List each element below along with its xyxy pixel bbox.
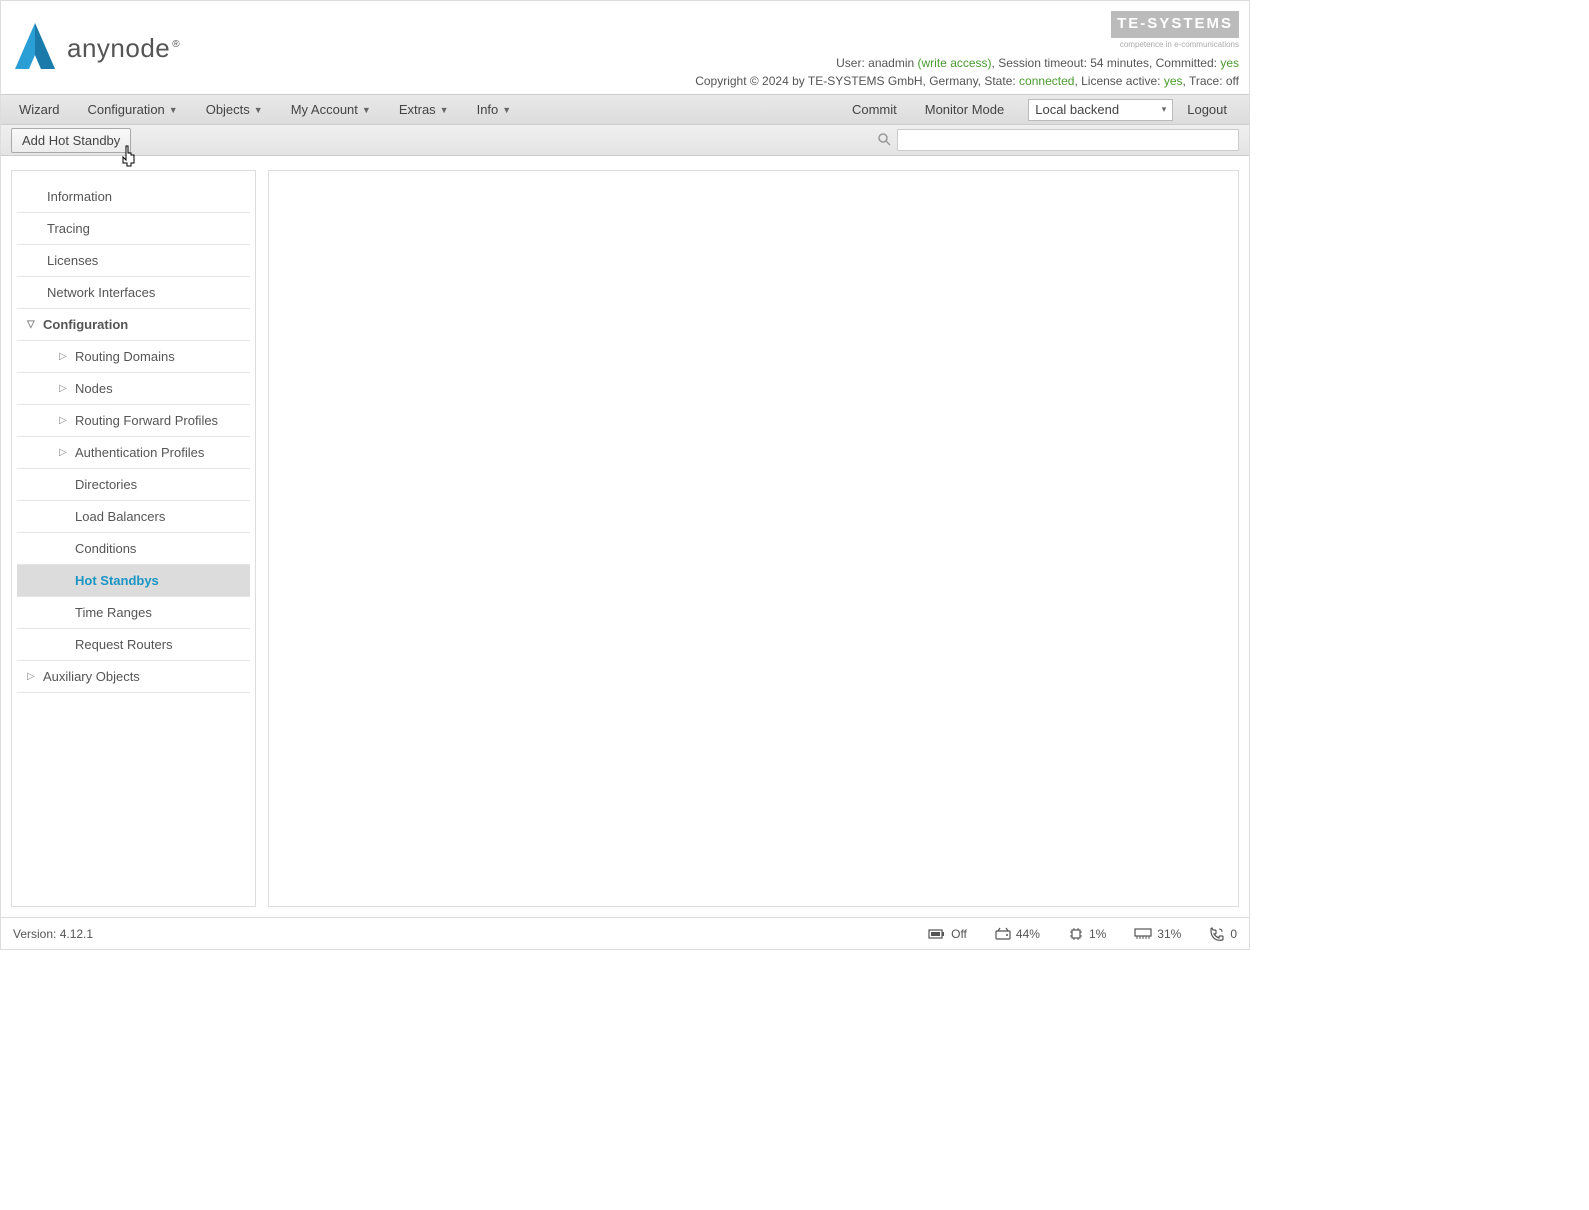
header: anynode® TE-SYSTEMS competence in e-comm… [1,1,1249,94]
expand-right-icon: ▷ [59,447,69,458]
chevron-down-icon: ▼ [169,105,178,115]
sidebar-item-load-balancers[interactable]: Load Balancers [17,501,250,533]
te-systems-logo: TE-SYSTEMS competence in e-communication… [1111,11,1239,51]
chevron-down-icon: ▼ [362,105,371,115]
sidebar-item-routing-forward-profiles[interactable]: ▷ Routing Forward Profiles [17,405,250,437]
header-info: TE-SYSTEMS competence in e-communication… [695,11,1239,90]
chevron-down-icon: ▼ [440,105,449,115]
toolbar: Add Hot Standby [1,125,1249,156]
nav-wizard[interactable]: Wizard [5,95,73,124]
sidebar-item-nodes[interactable]: ▷ Nodes [17,373,250,405]
status-calls: 0 [1209,926,1237,942]
session-status-line: User: anadmin (write access), Session ti… [695,54,1239,72]
nav-logout[interactable]: Logout [1173,95,1241,124]
sidebar-item-tracing[interactable]: Tracing [17,213,250,245]
sidebar-item-information[interactable]: Information [17,181,250,213]
status-disk: 44% [995,927,1040,941]
sidebar-item-directories[interactable]: Directories [17,469,250,501]
nav-configuration[interactable]: Configuration▼ [73,95,191,124]
add-hot-standby-button[interactable]: Add Hot Standby [11,128,131,153]
sidebar-item-routing-domains[interactable]: ▷ Routing Domains [17,341,250,373]
nav-my-account[interactable]: My Account▼ [277,95,385,124]
sidebar-item-licenses[interactable]: Licenses [17,245,250,277]
logo-text: anynode® [67,33,180,64]
chevron-down-icon: ▾ [1162,104,1167,115]
copyright-line: Copyright © 2024 by TE-SYSTEMS GmbH, Ger… [695,72,1239,90]
status-memory: 31% [1134,927,1181,941]
logo[interactable]: anynode® [11,11,180,76]
expand-right-icon: ▷ [59,383,69,394]
backend-select[interactable]: Local backend ▾ [1028,99,1173,121]
status-power: Off [928,927,967,941]
nav-extras[interactable]: Extras▼ [385,95,463,124]
expand-right-icon: ▷ [59,351,69,362]
sidebar-item-authentication-profiles[interactable]: ▷ Authentication Profiles [17,437,250,469]
nav-monitor-mode[interactable]: Monitor Mode [911,95,1018,124]
search-input[interactable] [897,129,1239,151]
phone-icon [1209,926,1225,942]
sidebar-item-request-routers[interactable]: Request Routers [17,629,250,661]
version-label: Version: 4.12.1 [13,927,93,941]
sidebar: Information Tracing Licenses Network Int… [11,170,256,907]
expand-right-icon: ▷ [27,671,37,682]
sidebar-item-network-interfaces[interactable]: Network Interfaces [17,277,250,309]
nav-objects[interactable]: Objects▼ [192,95,277,124]
memory-icon [1134,928,1152,940]
battery-icon [928,928,946,940]
cpu-icon [1068,926,1084,942]
main-content-panel [268,170,1239,907]
nav-info[interactable]: Info▼ [463,95,526,124]
status-cpu: 1% [1068,926,1106,942]
disk-icon [995,927,1011,940]
sidebar-item-auxiliary-objects[interactable]: ▷ Auxiliary Objects [17,661,250,693]
sidebar-item-conditions[interactable]: Conditions [17,533,250,565]
expand-right-icon: ▷ [59,415,69,426]
chevron-down-icon: ▼ [502,105,511,115]
footer: Version: 4.12.1 Off 44% 1% [1,917,1249,949]
sidebar-item-configuration[interactable]: ▽ Configuration [17,309,250,341]
sidebar-item-time-ranges[interactable]: Time Ranges [17,597,250,629]
sidebar-item-hot-standbys[interactable]: Hot Standbys [17,565,250,597]
search-icon [877,132,891,149]
main-navbar: Wizard Configuration▼ Objects▼ My Accoun… [1,94,1249,125]
chevron-down-icon: ▼ [254,105,263,115]
nav-commit[interactable]: Commit [838,95,911,124]
expand-down-icon: ▽ [27,319,37,330]
anynode-logo-icon [11,21,59,76]
